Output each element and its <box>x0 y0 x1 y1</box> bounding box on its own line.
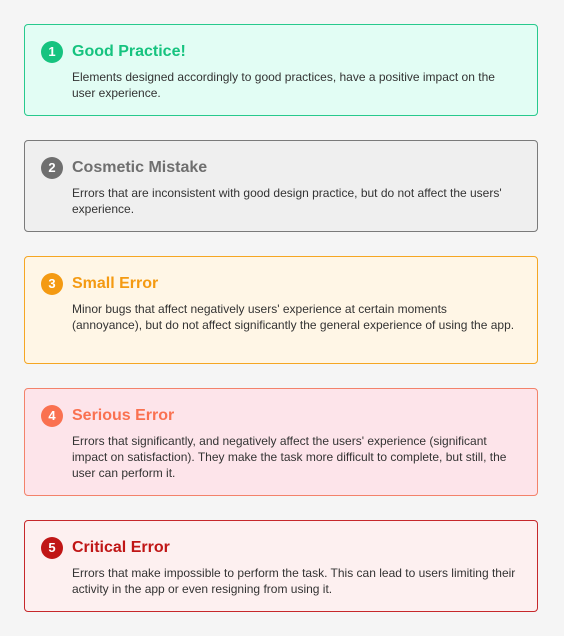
severity-card-critical-error: 5 Critical Error Errors that make imposs… <box>24 520 538 612</box>
severity-title: Critical Error <box>72 539 170 556</box>
severity-description: Errors that significantly, and negativel… <box>72 434 507 480</box>
severity-description: Elements designed accordingly to good pr… <box>72 70 495 100</box>
severity-number-badge: 3 <box>41 273 63 295</box>
severity-card-small-error: 3 Small Error Minor bugs that affect neg… <box>24 256 538 364</box>
severity-number-badge: 1 <box>41 41 63 63</box>
severity-number-badge: 5 <box>41 537 63 559</box>
severity-title: Small Error <box>72 275 159 292</box>
severity-title: Cosmetic Mistake <box>72 159 208 176</box>
severity-description: Minor bugs that affect negatively users'… <box>72 302 515 332</box>
severity-number-badge: 4 <box>41 405 63 427</box>
severity-description: Errors that make impossible to perform t… <box>72 566 516 596</box>
severity-card-good-practice: 1 Good Practice! Elements designed accor… <box>24 24 538 116</box>
severity-card-cosmetic-mistake: 2 Cosmetic Mistake Errors that are incon… <box>24 140 538 232</box>
severity-number-badge: 2 <box>41 157 63 179</box>
severity-title: Good Practice! <box>72 43 186 60</box>
severity-description: Errors that are inconsistent with good d… <box>72 186 502 216</box>
severity-card-serious-error: 4 Serious Error Errors that significantl… <box>24 388 538 496</box>
severity-title: Serious Error <box>72 407 175 424</box>
